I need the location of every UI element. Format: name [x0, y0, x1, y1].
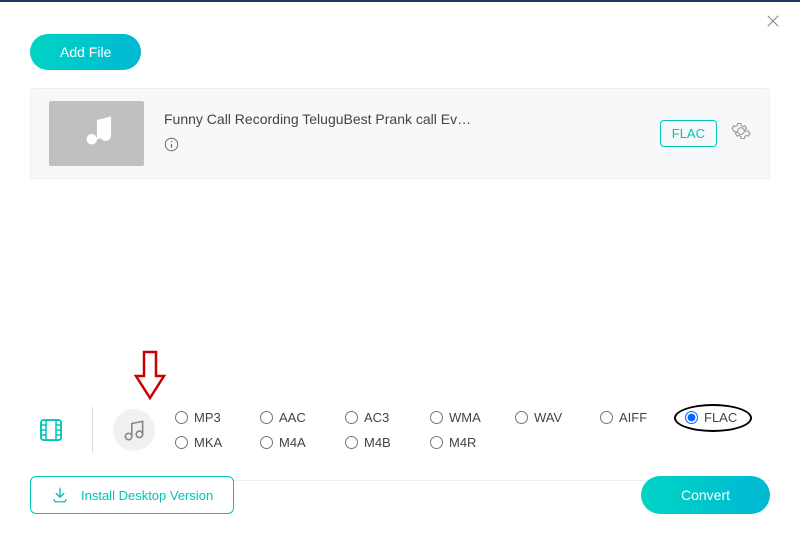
- format-label: AIFF: [619, 410, 647, 425]
- gear-icon: [731, 121, 751, 141]
- format-m4r[interactable]: M4R: [430, 435, 511, 450]
- download-icon: [51, 486, 69, 504]
- format-badge[interactable]: FLAC: [660, 120, 717, 147]
- format-label: WMA: [449, 410, 481, 425]
- close-icon: [764, 12, 782, 30]
- format-label: M4R: [449, 435, 476, 450]
- format-options: MP3 AAC AC3 WMA WAV AIFF FLAC MKA M4A M4…: [175, 410, 770, 450]
- music-notes-icon: [121, 417, 147, 443]
- arrow-annotation: [133, 350, 167, 405]
- install-desktop-button[interactable]: Install Desktop Version: [30, 476, 234, 514]
- convert-button[interactable]: Convert: [641, 476, 770, 514]
- add-file-button[interactable]: Add File: [30, 34, 141, 70]
- format-label: M4B: [364, 435, 391, 450]
- format-label: MKA: [194, 435, 222, 450]
- format-wav[interactable]: WAV: [515, 410, 596, 425]
- settings-button[interactable]: [731, 121, 751, 146]
- format-label: WAV: [534, 410, 562, 425]
- format-flac[interactable]: FLAC: [685, 410, 766, 425]
- format-m4b[interactable]: M4B: [345, 435, 426, 450]
- film-icon: [36, 415, 66, 445]
- bottom-bar: Install Desktop Version Convert: [30, 476, 770, 514]
- format-aac[interactable]: AAC: [260, 410, 341, 425]
- format-label: AAC: [279, 410, 306, 425]
- audio-category-button[interactable]: [113, 409, 155, 451]
- format-panel: MP3 AAC AC3 WMA WAV AIFF FLAC MKA M4A M4…: [30, 407, 770, 453]
- format-m4a[interactable]: M4A: [260, 435, 341, 450]
- format-label: MP3: [194, 410, 221, 425]
- format-mka[interactable]: MKA: [175, 435, 256, 450]
- format-label: M4A: [279, 435, 306, 450]
- format-ac3[interactable]: AC3: [345, 410, 426, 425]
- install-label: Install Desktop Version: [81, 488, 213, 503]
- format-mp3[interactable]: MP3: [175, 410, 256, 425]
- file-item: Funny Call Recording TeluguBest Prank ca…: [30, 88, 770, 179]
- file-thumbnail: [49, 101, 144, 166]
- format-label: FLAC: [704, 410, 737, 425]
- close-button[interactable]: [764, 12, 782, 35]
- file-title: Funny Call Recording TeluguBest Prank ca…: [164, 111, 660, 127]
- info-icon[interactable]: [164, 137, 179, 157]
- format-aiff[interactable]: AIFF: [600, 410, 681, 425]
- video-category-button[interactable]: [30, 409, 72, 451]
- divider: [92, 407, 93, 453]
- music-note-icon: [76, 113, 118, 155]
- format-label: AC3: [364, 410, 389, 425]
- format-wma[interactable]: WMA: [430, 410, 511, 425]
